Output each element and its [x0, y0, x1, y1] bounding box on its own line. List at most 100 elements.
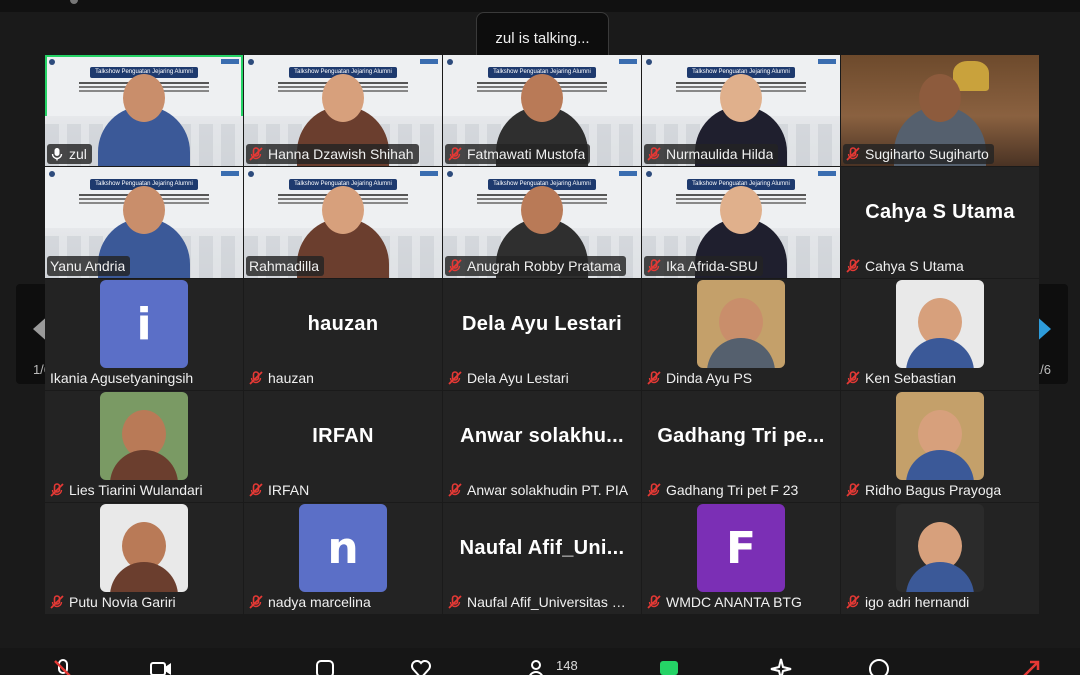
participant-tile[interactable]: Talkshow Penguatan Jejaring Alumni Rahmad…	[244, 167, 442, 278]
logo-icon	[447, 171, 453, 177]
participant-name-bar: Yanu Andria	[47, 256, 131, 276]
video-camera-icon[interactable]	[150, 658, 172, 675]
participant-tile[interactable]: Gadhang Tri pe... Gadhang Tri pet F 23	[642, 391, 840, 502]
participant-name: Naufal Afif_Universitas Di...	[467, 594, 634, 610]
participant-tile[interactable]: Putu Novia Gariri	[45, 503, 243, 614]
participant-name-bar: Anugrah Robby Pratama	[445, 256, 627, 276]
participant-name: Putu Novia Gariri	[69, 594, 176, 610]
participant-name-bar: Gadhang Tri pet F 23	[644, 480, 803, 500]
participant-tile[interactable]: Talkshow Penguatan Jejaring Alumni Hanna …	[244, 55, 442, 166]
avatar	[896, 392, 984, 480]
participant-name-bar: Fatmawati Mustofa	[445, 144, 591, 164]
participant-tile[interactable]: Sugiharto Sugiharto	[841, 55, 1039, 166]
participant-name-bar: Rahmadilla	[246, 256, 325, 276]
mic-muted-icon	[448, 259, 462, 273]
participant-tile[interactable]: Talkshow Penguatan Jejaring Alumni Yanu A…	[45, 167, 243, 278]
avatar	[100, 392, 188, 480]
participant-name: Fatmawati Mustofa	[467, 146, 586, 162]
reactions-icon[interactable]	[410, 658, 432, 675]
participant-name: Anwar solakhudin PT. PIA	[467, 482, 629, 498]
participant-name: Rahmadilla	[249, 258, 320, 274]
participant-tile[interactable]: i Ikania Agusetyaningsih	[45, 279, 243, 390]
participant-display-name: hauzan	[307, 313, 379, 335]
participant-video-head	[521, 186, 563, 234]
mic-muted-icon	[846, 147, 860, 161]
participant-tile[interactable]: hauzan hauzan	[244, 279, 442, 390]
more-options-icon[interactable]	[868, 658, 890, 675]
participant-name: Nurmaulida Hilda	[666, 146, 774, 162]
participant-name: Ikania Agusetyaningsih	[50, 370, 194, 386]
participant-tile[interactable]: Naufal Afif_Uni... Naufal Afif_Universita…	[443, 503, 641, 614]
participant-tile[interactable]: Talkshow Penguatan Jejaring Alumni zul	[45, 55, 243, 166]
logo-icon	[49, 171, 55, 177]
sparkle-icon[interactable]	[770, 658, 792, 675]
participant-tile[interactable]: F WMDC ANANTA BTG	[642, 503, 840, 614]
mic-muted-icon	[448, 483, 462, 497]
mic-muted-icon	[50, 595, 64, 609]
participant-display-name: Cahya S Utama	[865, 201, 1015, 223]
participant-name: zul	[69, 146, 87, 162]
participant-name: Ridho Bagus Prayoga	[865, 482, 1002, 498]
mic-muted-icon	[647, 595, 661, 609]
participant-name-bar: Ika Afrida-SBU	[644, 256, 763, 276]
logo-icon	[447, 59, 453, 65]
meeting-toolbar: 148	[0, 648, 1080, 675]
participant-name-bar: Cahya S Utama	[843, 256, 969, 276]
participant-video-head	[322, 186, 364, 234]
participant-name-bar: nadya marcelina	[246, 592, 376, 612]
participant-tile[interactable]: Lies Tiarini Wulandari	[45, 391, 243, 502]
participant-display-name: Gadhang Tri pe...	[657, 425, 825, 447]
participant-tile[interactable]: Ridho Bagus Prayoga	[841, 391, 1039, 502]
mute-icon[interactable]	[52, 658, 74, 675]
participant-tile[interactable]: IRFAN IRFAN	[244, 391, 442, 502]
logo-icon	[420, 171, 438, 176]
logo-icon	[818, 59, 836, 64]
participant-tile[interactable]: Ken Sebastian	[841, 279, 1039, 390]
avatar: i	[100, 280, 188, 368]
logo-icon	[619, 59, 637, 64]
participant-grid: Talkshow Penguatan Jejaring Alumni zul Tal…	[45, 55, 1039, 614]
logo-icon	[646, 59, 652, 65]
participant-name: Cahya S Utama	[865, 258, 964, 274]
top-bar-marker	[70, 0, 78, 4]
participant-name: Ika Afrida-SBU	[666, 258, 758, 274]
participant-tile[interactable]: Talkshow Penguatan Jejaring Alumni Ika Af…	[642, 167, 840, 278]
participant-video-head	[322, 74, 364, 122]
participant-tile[interactable]: Talkshow Penguatan Jejaring Alumni Fatmaw…	[443, 55, 641, 166]
participant-name-bar: Anwar solakhudin PT. PIA	[445, 480, 633, 500]
logo-icon	[221, 59, 239, 64]
participant-name: hauzan	[268, 370, 314, 386]
participant-name: Dinda Ayu PS	[666, 370, 753, 386]
chat-icon[interactable]	[658, 658, 680, 675]
participant-name: WMDC ANANTA BTG	[666, 594, 802, 610]
mic-muted-icon	[249, 483, 263, 497]
leave-meeting-icon[interactable]	[1020, 658, 1042, 675]
mic-muted-icon	[846, 371, 860, 385]
avatar	[697, 280, 785, 368]
avatar	[896, 504, 984, 592]
mic-on-icon	[50, 147, 64, 161]
participant-tile[interactable]: Dinda Ayu PS	[642, 279, 840, 390]
participant-tile[interactable]: Dela Ayu Lestari Dela Ayu Lestari	[443, 279, 641, 390]
participant-display-name: Dela Ayu Lestari	[461, 313, 623, 335]
share-screen-icon[interactable]	[314, 658, 336, 675]
participant-name-bar: Hanna Dzawish Shihah	[246, 144, 419, 164]
participant-name-bar: Dinda Ayu PS	[644, 368, 757, 388]
mic-muted-icon	[846, 483, 860, 497]
participant-display-name: Anwar solakhu...	[460, 425, 624, 447]
participant-name: Dela Ayu Lestari	[467, 370, 569, 386]
participant-name-bar: Naufal Afif_Universitas Di...	[445, 592, 639, 612]
participant-tile[interactable]: igo adri hernandi	[841, 503, 1039, 614]
participant-name-bar: Lies Tiarini Wulandari	[47, 480, 208, 500]
participant-name: Sugiharto Sugiharto	[865, 146, 989, 162]
participants-icon[interactable]	[528, 658, 550, 675]
participant-name: Lies Tiarini Wulandari	[69, 482, 203, 498]
logo-icon	[818, 171, 836, 176]
participant-tile[interactable]: Anwar solakhu... Anwar solakhudin PT. PIA	[443, 391, 641, 502]
participant-tile[interactable]: Talkshow Penguatan Jejaring Alumni Nurmau…	[642, 55, 840, 166]
participant-tile[interactable]: Talkshow Penguatan Jejaring Alumni Anugra…	[443, 167, 641, 278]
participant-tile[interactable]: n nadya marcelina	[244, 503, 442, 614]
participant-video-head	[720, 186, 762, 234]
participant-tile[interactable]: Cahya S Utama Cahya S Utama	[841, 167, 1039, 278]
participant-name-bar: Nurmaulida Hilda	[644, 144, 779, 164]
